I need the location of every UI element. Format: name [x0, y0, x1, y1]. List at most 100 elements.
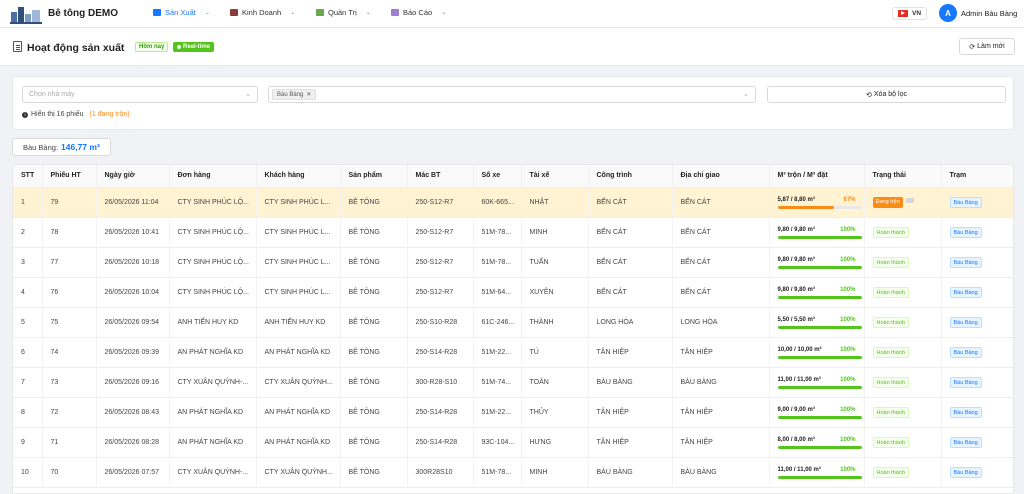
product-name: BÊ TÔNG	[340, 397, 408, 428]
table-row[interactable]: 10 70 26/05/2026 07:57 CTY XUÂN QUỲNH-... CT…	[13, 457, 1013, 488]
volume-text: 8,00 / 8,00 m³	[777, 437, 815, 443]
table-row[interactable]: 7 73 26/05/2026 09:16 CTY XUÂN QUỲNH-... CTY…	[13, 367, 1013, 398]
truck-plate: 61C-246...	[473, 307, 522, 338]
progress-bar-fill	[777, 326, 862, 329]
driver-name: HƯNG	[521, 427, 589, 458]
column-header[interactable]: Trạm	[941, 165, 1013, 188]
product-name: BÊ TÔNG	[340, 427, 408, 458]
column-header[interactable]: STT	[13, 165, 43, 188]
realtime-tag: Real-time	[173, 42, 215, 52]
row-index: 2	[13, 217, 43, 248]
datetime: 26/05/2026 07:57	[96, 457, 170, 488]
page-title: Hoạt động sản xuất	[27, 42, 125, 54]
table-row[interactable]: 1 79 26/05/2026 11:04 CTY SINH PHÚC LỘ... CT…	[13, 187, 1013, 218]
status-cell: Hoàn thành	[864, 457, 942, 488]
row-index: 5	[13, 307, 43, 338]
customer-name: CTY SINH PHÚC L...	[256, 217, 341, 248]
volume-text: 9,00 / 9,00 m³	[777, 407, 815, 413]
language-switch[interactable]: VN	[892, 7, 928, 20]
table-row[interactable]: 9 71 26/05/2026 08:28 AN PHÁT NGHĨA KD AN PH…	[13, 427, 1013, 458]
station-multiselect[interactable]: Bàu Bàng ✕ ⌄	[268, 86, 756, 103]
column-header[interactable]: Phiếu HT	[42, 165, 97, 188]
volume-progress: 9,80 / 9,80 m³ 100%	[769, 277, 865, 308]
summary-value: 146,77 m³	[61, 142, 100, 152]
status-badge: Hoàn thành	[872, 376, 909, 388]
nav-kinh-doanh[interactable]: Kinh Doanh ⌄	[230, 8, 295, 17]
station-badge: Bàu Bàng	[949, 226, 982, 238]
table-row[interactable]: 2 78 26/05/2026 10:41 CTY SINH PHÚC LỘ... CT…	[13, 217, 1013, 248]
station-cell: Bàu Bàng	[941, 187, 1013, 218]
refresh-button[interactable]: ⟳ Làm mới	[959, 38, 1015, 55]
row-index: 9	[13, 427, 43, 458]
volume-progress: 11,00 / 11,00 m³ 100%	[769, 457, 865, 488]
table-row[interactable]: 6 74 26/05/2026 09:39 AN PHÁT NGHĨA KD AN PH…	[13, 337, 1013, 368]
concrete-grade: 300R28S10	[407, 457, 474, 488]
progress-bar-fill	[777, 236, 862, 239]
column-header[interactable]: Trạng thái	[864, 165, 942, 188]
column-header[interactable]: Tài xế	[521, 165, 589, 188]
site-name: TÂN HIỆP	[588, 427, 673, 458]
column-header[interactable]: Số xe	[473, 165, 522, 188]
station-badge: Bàu Bàng	[949, 436, 982, 448]
volume-percent: 100%	[840, 227, 856, 233]
column-header[interactable]: Địa chỉ giao	[672, 165, 770, 188]
concrete-grade: 250-S14-R28	[407, 427, 474, 458]
status-cell: Hoàn thành	[864, 277, 942, 308]
column-header[interactable]: Đơn hàng	[169, 165, 257, 188]
plant-select[interactable]: Chọn nhà máy ⌄	[22, 86, 258, 103]
ticket-number: 75	[42, 307, 97, 338]
production-table: STT Phiếu HT Ngày giờ Đơn hàng Khách hàng Sản…	[12, 164, 1014, 494]
volume-percent: 100%	[840, 377, 856, 383]
datetime: 26/05/2026 11:04	[96, 187, 170, 218]
nav-quan-tri[interactable]: Quản Trị ⌄	[316, 8, 371, 17]
datetime: 26/05/2026 09:54	[96, 307, 170, 338]
table-row[interactable]: 4 76 26/05/2026 10:04 CTY SINH PHÚC LỘ... CT…	[13, 277, 1013, 308]
status-cell: Hoàn thành	[864, 247, 942, 278]
delivery-address: BÀU BÀNG	[672, 367, 770, 398]
status-badge: Hoàn thành	[872, 226, 909, 238]
row-index: 6	[13, 337, 43, 368]
driver-name: NHẬT	[521, 187, 589, 218]
brand-name[interactable]: Bê tông DEMO	[48, 8, 118, 19]
clear-filter-button[interactable]: ⟲ Xóa bộ lọc	[767, 86, 1006, 103]
table-row[interactable]: 8 72 26/05/2026 08:43 AN PHÁT NGHĨA KD AN PH…	[13, 397, 1013, 428]
progress-bar	[777, 326, 862, 329]
avatar[interactable]: A	[939, 4, 957, 22]
info-icon: i	[22, 111, 28, 118]
station-cell: Bàu Bàng	[941, 307, 1013, 338]
volume-text: 9,80 / 9,80 m³	[777, 257, 815, 263]
driver-name: XUYÊN	[521, 277, 589, 308]
nav-label: Kinh Doanh	[242, 8, 282, 17]
ticket-number: 71	[42, 427, 97, 458]
truck-plate: 51M-78...	[473, 247, 522, 278]
volume-progress: 10,00 / 10,00 m³ 100%	[769, 337, 865, 368]
progress-bar	[777, 236, 862, 239]
close-icon[interactable]: ✕	[306, 91, 311, 98]
ticket-number: 76	[42, 277, 97, 308]
column-header[interactable]: Khách hàng	[256, 165, 341, 188]
nav-san-xuat[interactable]: Sản Xuất ⌄	[153, 8, 210, 17]
volume-progress: 9,00 / 9,00 m³ 100%	[769, 397, 865, 428]
column-header[interactable]: Mác BT	[407, 165, 474, 188]
station-badge: Bàu Bàng	[949, 286, 982, 298]
column-header[interactable]: Sản phẩm	[340, 165, 408, 188]
nav-bao-cao[interactable]: Báo Cáo ⌄	[391, 8, 446, 17]
volume-text: 5,87 / 8,80 m³	[777, 197, 815, 203]
chevron-down-icon: ⌄	[743, 91, 749, 98]
station-cell: Bàu Bàng	[941, 397, 1013, 428]
volume-percent: 100%	[840, 437, 856, 443]
table-row[interactable]: 3 77 26/05/2026 10:18 CTY SINH PHÚC LỘ... CT…	[13, 247, 1013, 278]
company-logo[interactable]	[10, 4, 42, 24]
progress-bar	[777, 386, 862, 389]
column-header[interactable]: Ngày giờ	[96, 165, 170, 188]
order-name: AN PHÁT NGHĨA KD	[169, 427, 257, 458]
volume-percent: 100%	[840, 407, 856, 413]
station-badge: Bàu Bàng	[949, 316, 982, 328]
truck-icon	[905, 198, 914, 204]
site-name: TÂN HIỆP	[588, 397, 673, 428]
station-badge: Bàu Bàng	[949, 376, 982, 388]
column-header[interactable]: Công trình	[588, 165, 673, 188]
table-row[interactable]: 5 75 26/05/2026 09:54 ANH TIẾN HUY KD ANH TI…	[13, 307, 1013, 338]
user-name[interactable]: Admin Bàu Bàng	[961, 9, 1017, 18]
column-header[interactable]: M³ trộn / M³ đặt	[769, 165, 865, 188]
